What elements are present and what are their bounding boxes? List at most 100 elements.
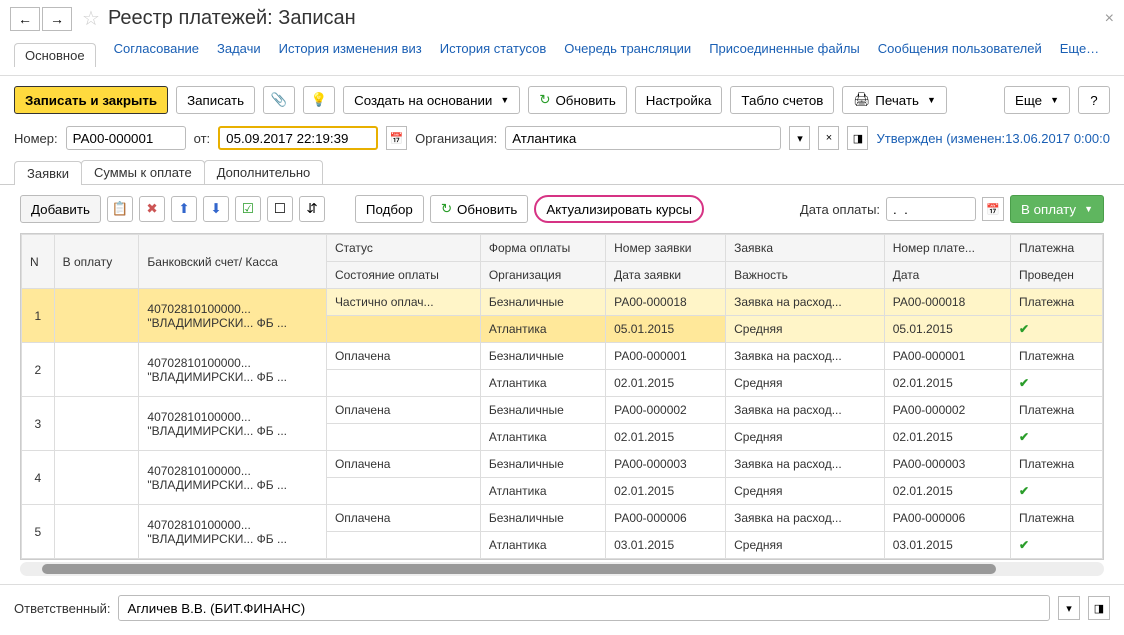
- number-input[interactable]: [66, 126, 186, 150]
- cell-pay[interactable]: Платежна: [1010, 505, 1102, 532]
- nav-main[interactable]: Основное: [14, 43, 96, 67]
- forward-button[interactable]: →: [42, 7, 72, 31]
- cell-done[interactable]: ✔: [1010, 424, 1102, 451]
- nav-approval[interactable]: Согласование: [114, 41, 199, 65]
- cell-state[interactable]: [326, 424, 480, 451]
- help-button[interactable]: ?: [1078, 86, 1110, 114]
- cell-topay[interactable]: [54, 343, 139, 397]
- cell-payno[interactable]: РА00-000018: [884, 289, 1010, 316]
- cell-req[interactable]: Заявка на расход...: [726, 343, 885, 370]
- nav-visa-history[interactable]: История изменения виз: [279, 41, 422, 65]
- uncheck-icon[interactable]: ☐: [267, 196, 293, 222]
- cell-payno[interactable]: РА00-000006: [884, 505, 1010, 532]
- cell-date[interactable]: 02.01.2015: [884, 424, 1010, 451]
- cell-account[interactable]: 40702810100000... "ВЛАДИМИРСКИ... ФБ ...: [139, 451, 327, 505]
- delete-icon[interactable]: ✖: [139, 196, 165, 222]
- cell-req[interactable]: Заявка на расход...: [726, 289, 885, 316]
- down-icon[interactable]: ⬇: [203, 196, 229, 222]
- cell-form[interactable]: Безналичные: [480, 505, 605, 532]
- nav-status-history[interactable]: История статусов: [440, 41, 547, 65]
- cell-org[interactable]: Атлантика: [480, 370, 605, 397]
- cell-imp[interactable]: Средняя: [726, 316, 885, 343]
- cell-pay[interactable]: Платежна: [1010, 397, 1102, 424]
- cell-account[interactable]: 40702810100000... "ВЛАДИМИРСКИ... ФБ ...: [139, 505, 327, 559]
- cell-done[interactable]: ✔: [1010, 478, 1102, 505]
- print-button[interactable]: 🖨Печать▼: [842, 86, 947, 114]
- to-pay-button[interactable]: В оплату▼: [1010, 195, 1104, 223]
- col-status[interactable]: Статус: [326, 235, 480, 262]
- cell-imp[interactable]: Средняя: [726, 478, 885, 505]
- add-button[interactable]: Добавить: [20, 195, 101, 223]
- col-done[interactable]: Проведен: [1010, 262, 1102, 289]
- cell-status[interactable]: Оплачена: [326, 505, 480, 532]
- cell-status[interactable]: Оплачена: [326, 451, 480, 478]
- refresh-button[interactable]: ↻Обновить: [528, 86, 627, 114]
- cell-reqno[interactable]: РА00-000001: [606, 343, 726, 370]
- cell-reqno[interactable]: РА00-000018: [606, 289, 726, 316]
- cell-form[interactable]: Безналичные: [480, 397, 605, 424]
- cell-n[interactable]: 1: [22, 289, 55, 343]
- cell-topay[interactable]: [54, 397, 139, 451]
- cell-pay[interactable]: Платежна: [1010, 451, 1102, 478]
- save-close-button[interactable]: Записать и закрыть: [14, 86, 168, 114]
- cell-form[interactable]: Безналичные: [480, 343, 605, 370]
- col-imp[interactable]: Важность: [726, 262, 885, 289]
- tab-additional[interactable]: Дополнительно: [204, 160, 324, 184]
- cell-imp[interactable]: Средняя: [726, 424, 885, 451]
- close-icon[interactable]: ×: [1105, 10, 1114, 28]
- cell-req[interactable]: Заявка на расход...: [726, 451, 885, 478]
- save-button[interactable]: Записать: [176, 86, 255, 114]
- cell-org[interactable]: Атлантика: [480, 532, 605, 559]
- accounts-button[interactable]: Табло счетов: [730, 86, 834, 114]
- star-icon[interactable]: ☆: [82, 6, 100, 31]
- cell-done[interactable]: ✔: [1010, 370, 1102, 397]
- attach-button[interactable]: 📎: [263, 86, 295, 114]
- cell-reqno[interactable]: РА00-000003: [606, 451, 726, 478]
- cell-date[interactable]: 03.01.2015: [884, 532, 1010, 559]
- sub-refresh-button[interactable]: ↻Обновить: [430, 195, 529, 223]
- cell-reqno[interactable]: РА00-000002: [606, 397, 726, 424]
- status-link[interactable]: Утвержден (изменен:13.06.2017 0:00:0: [876, 131, 1109, 146]
- org-clear[interactable]: ×: [818, 126, 839, 150]
- cell-reqno[interactable]: РА00-000006: [606, 505, 726, 532]
- col-org[interactable]: Организация: [480, 262, 605, 289]
- cell-payno[interactable]: РА00-000003: [884, 451, 1010, 478]
- cell-date[interactable]: 02.01.2015: [884, 370, 1010, 397]
- pay-date-input[interactable]: [886, 197, 976, 221]
- tab-requests[interactable]: Заявки: [14, 161, 82, 185]
- up-icon[interactable]: ⬆: [171, 196, 197, 222]
- cell-state[interactable]: [326, 478, 480, 505]
- cell-state[interactable]: [326, 532, 480, 559]
- h-scrollbar[interactable]: [20, 562, 1104, 576]
- nav-files[interactable]: Присоединенные файлы: [709, 41, 860, 65]
- cell-n[interactable]: 2: [22, 343, 55, 397]
- cell-topay[interactable]: [54, 505, 139, 559]
- col-pay[interactable]: Платежна: [1010, 235, 1102, 262]
- cell-date[interactable]: 02.01.2015: [884, 478, 1010, 505]
- nav-tasks[interactable]: Задачи: [217, 41, 261, 65]
- cell-reqdate[interactable]: 02.01.2015: [606, 424, 726, 451]
- rates-button[interactable]: Актуализировать курсы: [534, 195, 704, 223]
- cell-payno[interactable]: РА00-000001: [884, 343, 1010, 370]
- col-topay[interactable]: В оплату: [54, 235, 139, 289]
- col-account[interactable]: Банковский счет/ Касса: [139, 235, 327, 289]
- calendar-button[interactable]: 📅: [386, 126, 407, 150]
- cell-reqdate[interactable]: 05.01.2015: [606, 316, 726, 343]
- cell-payno[interactable]: РА00-000002: [884, 397, 1010, 424]
- col-state[interactable]: Состояние оплаты: [326, 262, 480, 289]
- col-reqdate[interactable]: Дата заявки: [606, 262, 726, 289]
- cell-account[interactable]: 40702810100000... "ВЛАДИМИРСКИ... ФБ ...: [139, 343, 327, 397]
- pay-date-calendar[interactable]: 📅: [982, 197, 1004, 221]
- cell-imp[interactable]: Средняя: [726, 532, 885, 559]
- cell-req[interactable]: Заявка на расход...: [726, 397, 885, 424]
- col-reqno[interactable]: Номер заявки: [606, 235, 726, 262]
- cell-state[interactable]: [326, 370, 480, 397]
- cell-done[interactable]: ✔: [1010, 316, 1102, 343]
- cell-form[interactable]: Безналичные: [480, 451, 605, 478]
- cell-pay[interactable]: Платежна: [1010, 289, 1102, 316]
- col-n[interactable]: N: [22, 235, 55, 289]
- cell-n[interactable]: 4: [22, 451, 55, 505]
- org-input[interactable]: [505, 126, 781, 150]
- cell-n[interactable]: 5: [22, 505, 55, 559]
- toggle-icon[interactable]: ⇵: [299, 196, 325, 222]
